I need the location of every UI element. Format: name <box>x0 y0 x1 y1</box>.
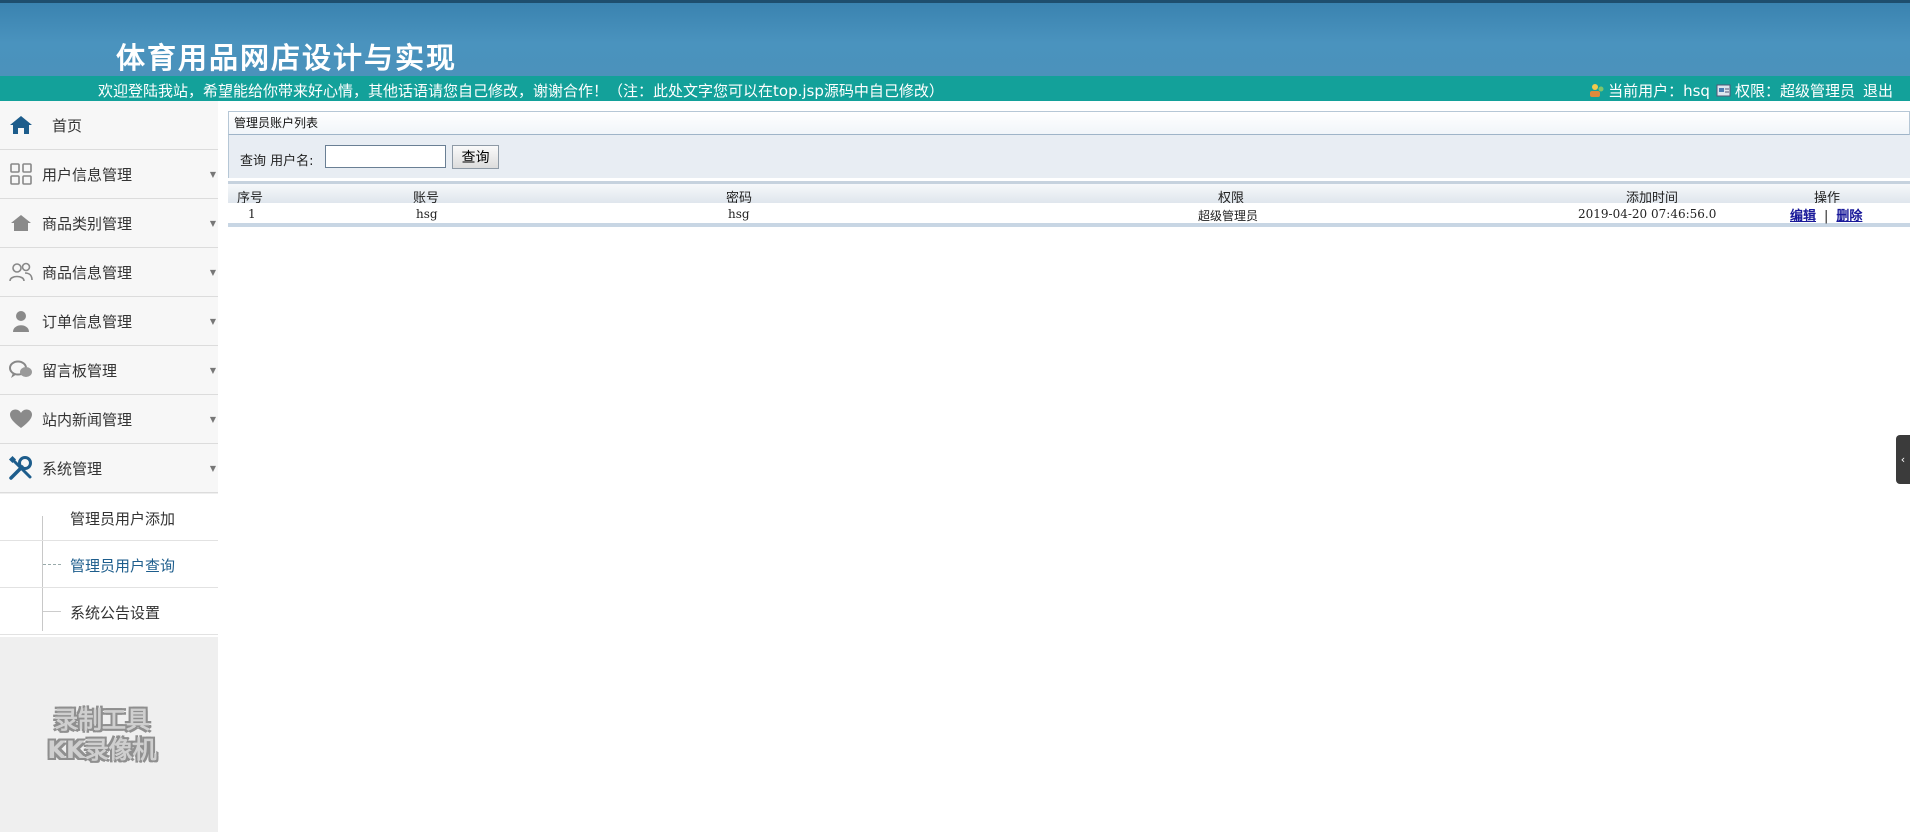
person-icon <box>7 307 35 335</box>
sidebar-item-label: 首页 <box>52 116 83 135</box>
tree-connector <box>43 611 61 612</box>
edit-link[interactable]: 编辑 <box>1790 209 1816 224</box>
heart-icon <box>7 405 35 433</box>
chevron-down-icon: ▼ <box>209 317 216 326</box>
tools-icon <box>7 454 35 482</box>
user-info: 当前用户：hsq 权限：超级管理员 退出 <box>1589 80 1893 101</box>
username-search-input[interactable] <box>325 145 446 168</box>
submenu-item-admin-query[interactable]: 管理员用户查询 <box>0 541 218 588</box>
sidebar-item-label: 订单信息管理 <box>42 312 133 331</box>
chat-icon <box>7 356 35 384</box>
chevron-down-icon: ▼ <box>209 268 216 277</box>
sidebar-item-order[interactable]: 订单信息管理 ▼ <box>0 297 218 346</box>
submenu-item-label: 管理员用户添加 <box>70 510 176 528</box>
sidebar-item-category[interactable]: 商品类别管理 ▼ <box>0 199 218 248</box>
watermark-line: 录制工具 <box>54 706 150 734</box>
tree-connector <box>43 564 61 565</box>
search-label: 查询 用户名: <box>240 154 314 169</box>
sidebar-item-label: 用户信息管理 <box>42 165 133 184</box>
sidebar-item-label: 商品类别管理 <box>42 214 133 233</box>
watermark-line: KK录像机 <box>47 736 157 764</box>
cell-role: 超级管理员 <box>1198 209 1259 223</box>
table-row: 1 hsg hsg 超级管理员 2019-04-20 07:46:56.0 编辑… <box>228 203 1910 227</box>
user-icon <box>1589 83 1605 98</box>
main-content: 管理员账户列表 查询 用户名: 查询 序号 账号 密码 权限 添加时间 操作 1… <box>228 109 1910 240</box>
submenu-item-notice[interactable]: 系统公告设置 <box>0 588 218 635</box>
action-separator: | <box>1824 209 1829 224</box>
search-bar: 查询 用户名: 查询 <box>228 135 1910 178</box>
chevron-down-icon: ▼ <box>209 366 216 375</box>
sidebar-item-label: 留言板管理 <box>42 361 118 380</box>
header-banner: 体育用品网店设计与实现 <box>0 0 1910 76</box>
cell-password: hsg <box>728 207 750 221</box>
grid-icon <box>7 160 35 188</box>
sidebar-item-product[interactable]: 商品信息管理 ▼ <box>0 248 218 297</box>
home-icon <box>7 111 35 139</box>
side-collapse-tab[interactable]: ‹ <box>1896 435 1910 484</box>
cell-added-time: 2019-04-20 07:46:56.0 <box>1578 207 1717 221</box>
sidebar-item-guestbook[interactable]: 留言板管理 ▼ <box>0 346 218 395</box>
panel-title: 管理员账户列表 <box>228 111 1910 135</box>
logout-link[interactable]: 退出 <box>1863 80 1893 101</box>
sidebar-item-label: 站内新闻管理 <box>42 410 133 429</box>
submenu-item-label: 管理员用户查询 <box>70 557 176 575</box>
sidebar-item-system[interactable]: 系统管理 ▼ <box>0 444 218 493</box>
role-icon <box>1716 83 1732 98</box>
sidebar-item-user-info[interactable]: 用户信息管理 ▼ <box>0 150 218 199</box>
chevron-down-icon: ▼ <box>209 415 216 424</box>
home-icon <box>7 209 35 237</box>
sidebar-item-news[interactable]: 站内新闻管理 ▼ <box>0 395 218 444</box>
sidebar-item-label: 系统管理 <box>42 459 103 478</box>
welcome-message: 欢迎登陆我站，希望能给你带来好心情，其他话语请您自己修改，谢谢合作！（注：此处文… <box>98 82 944 100</box>
sidebar-item-home[interactable]: 首页 <box>0 101 218 150</box>
current-user: 当前用户：hsq <box>1608 82 1710 100</box>
cell-account: hsg <box>416 207 438 221</box>
sidebar-item-label: 商品信息管理 <box>42 263 133 282</box>
recorder-watermark: 录制工具 KK录像机 <box>32 705 172 765</box>
users-icon <box>7 258 35 286</box>
cell-actions: 编辑 | 删除 <box>1790 205 1862 224</box>
search-button[interactable]: 查询 <box>452 145 499 169</box>
sidebar: 首页 用户信息管理 ▼ 商品类别管理 ▼ 商品信息管理 ▼ 订单信息管理 ▼ 留… <box>0 101 218 832</box>
chevron-down-icon: ▼ <box>209 170 216 179</box>
top-header: 体育用品网店设计与实现 欢迎登陆我站，希望能给你带来好心情，其他话语请您自己修改… <box>0 0 1910 101</box>
role-label: 权限：超级管理员 <box>1734 82 1855 100</box>
chevron-down-icon: ▼ <box>209 219 216 228</box>
chevron-left-icon: ‹ <box>1900 453 1906 466</box>
delete-link[interactable]: 删除 <box>1836 209 1862 224</box>
cell-index: 1 <box>248 207 256 221</box>
header-info-bar: 欢迎登陆我站，希望能给你带来好心情，其他话语请您自己修改，谢谢合作！（注：此处文… <box>0 76 1910 101</box>
chevron-down-icon: ▼ <box>209 464 216 473</box>
submenu-item-label: 系统公告设置 <box>70 604 161 622</box>
system-submenu: 管理员用户添加 管理员用户查询 系统公告设置 <box>0 494 218 637</box>
submenu-item-admin-add[interactable]: 管理员用户添加 <box>0 494 218 541</box>
table-header: 序号 账号 密码 权限 添加时间 操作 <box>228 181 1910 206</box>
site-title: 体育用品网店设计与实现 <box>116 41 458 75</box>
